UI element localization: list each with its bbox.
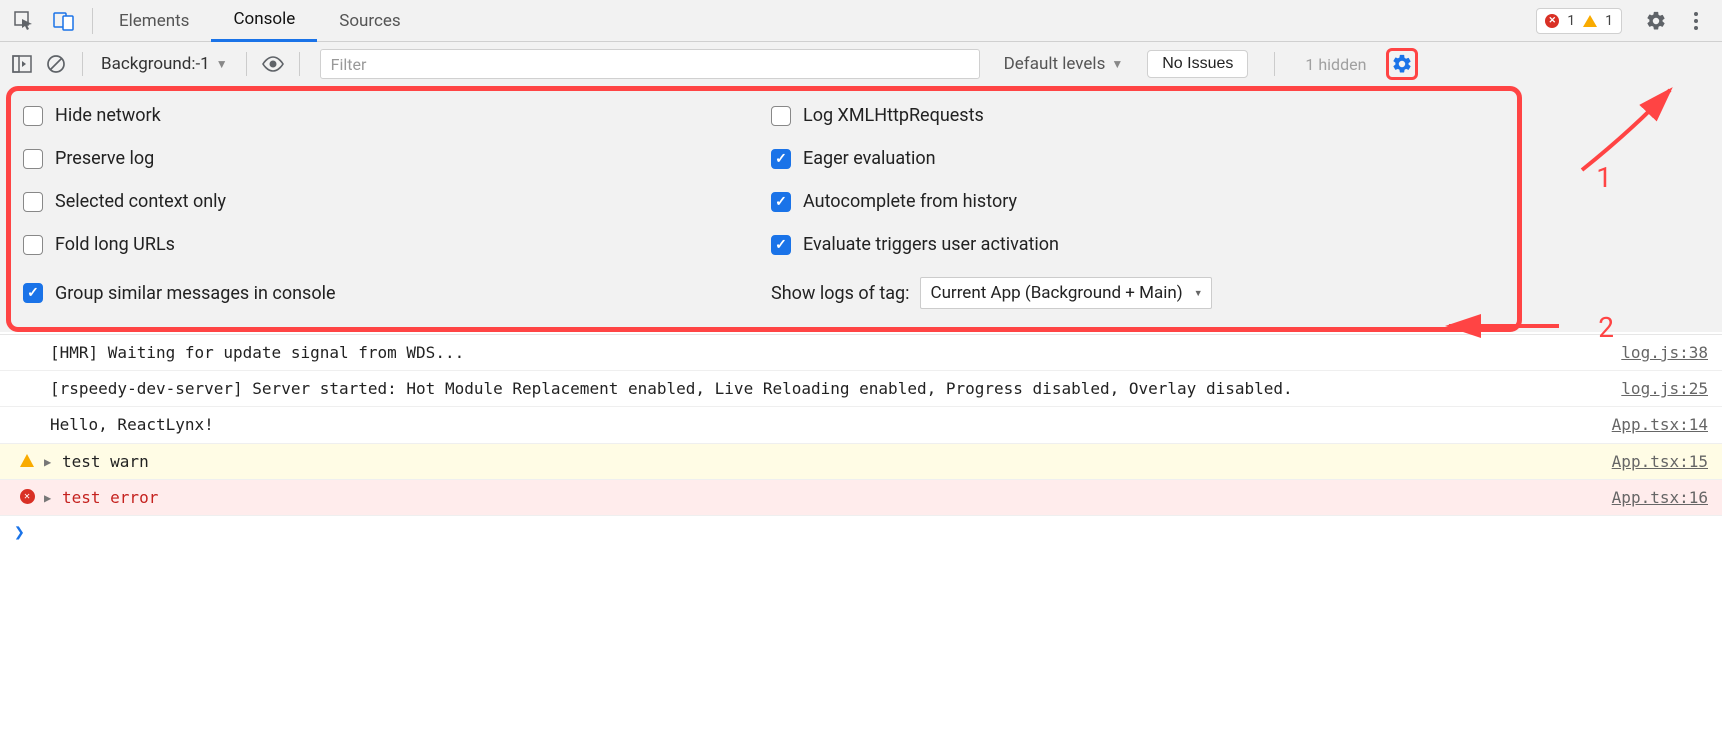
setting-hide-network[interactable]: Hide network — [23, 105, 763, 126]
issues-button[interactable]: No Issues — [1147, 50, 1248, 78]
checkbox-icon — [23, 235, 43, 255]
checkbox-icon — [771, 106, 791, 126]
setting-label: Eager evaluation — [803, 148, 936, 169]
setting-selected-context[interactable]: Selected context only — [23, 191, 763, 212]
context-selector[interactable]: Background:-1 ▼ — [97, 54, 232, 74]
clear-console-icon[interactable] — [44, 52, 68, 76]
checkbox-icon — [23, 149, 43, 169]
checkbox-icon — [23, 106, 43, 126]
log-row-error[interactable]: ✕ ▶ test error App.tsx:16 — [0, 480, 1722, 516]
log-source-link[interactable]: App.tsx:16 — [1612, 484, 1708, 511]
setting-group-similar[interactable]: Group similar messages in console — [23, 277, 763, 309]
tag-label: Show logs of tag: — [771, 283, 910, 304]
console-prompt[interactable]: ❯ — [0, 516, 1722, 549]
inspect-icon[interactable] — [12, 9, 36, 33]
setting-label: Hide network — [55, 105, 161, 126]
devtools-settings-icon[interactable] — [1644, 9, 1668, 33]
divider — [82, 52, 83, 76]
log-source-link[interactable]: log.js:38 — [1621, 339, 1708, 366]
checkbox-icon — [23, 283, 43, 303]
divider — [299, 52, 300, 76]
log-source-link[interactable]: App.tsx:15 — [1612, 448, 1708, 475]
log-levels-selector[interactable]: Default levels ▼ — [1004, 54, 1124, 74]
checkbox-icon — [771, 235, 791, 255]
setting-label: Preserve log — [55, 148, 154, 169]
error-count: 1 — [1567, 13, 1575, 29]
tab-elements[interactable]: Elements — [97, 0, 211, 42]
console-settings-panel: Hide network Log XMLHttpRequests Preserv… — [6, 86, 1522, 332]
annotation-label-1: 1 — [1596, 161, 1612, 194]
checkbox-icon — [771, 149, 791, 169]
error-icon: ✕ — [1545, 14, 1559, 28]
console-toolbar: Background:-1 ▼ Filter Default levels ▼ … — [0, 42, 1722, 86]
log-message: test warn — [62, 448, 1592, 475]
divider — [92, 8, 93, 34]
device-toggle-icon[interactable] — [52, 9, 76, 33]
filter-input[interactable]: Filter — [320, 49, 980, 79]
tag-value: Current App (Background + Main) — [931, 283, 1183, 303]
log-message: [HMR] Waiting for update signal from WDS… — [50, 339, 1601, 366]
log-source-link[interactable]: App.tsx:14 — [1612, 411, 1708, 438]
status-badge[interactable]: ✕ 1 1 — [1536, 8, 1622, 34]
console-settings-area: Hide network Log XMLHttpRequests Preserv… — [0, 86, 1722, 332]
log-row-warn[interactable]: ▶ test warn App.tsx:15 — [0, 444, 1722, 480]
log-source-link[interactable]: log.js:25 — [1621, 375, 1708, 402]
setting-label: Autocomplete from history — [803, 191, 1017, 212]
chevron-down-icon: ▼ — [1111, 57, 1123, 71]
console-settings-gear-icon[interactable] — [1386, 48, 1418, 80]
log-row[interactable]: [rspeedy-dev-server] Server started: Hot… — [0, 371, 1722, 407]
setting-log-xhr[interactable]: Log XMLHttpRequests — [771, 105, 1511, 126]
levels-label: Default levels — [1004, 54, 1106, 74]
log-message: test error — [62, 484, 1592, 511]
checkbox-icon — [23, 192, 43, 212]
warning-count: 1 — [1605, 13, 1613, 29]
tag-select[interactable]: Current App (Background + Main) — [920, 277, 1212, 309]
more-menu-icon[interactable] — [1684, 9, 1708, 33]
setting-autocomplete-history[interactable]: Autocomplete from history — [771, 191, 1511, 212]
warning-icon — [1583, 15, 1597, 27]
filter-placeholder: Filter — [331, 55, 367, 74]
live-expression-icon[interactable] — [261, 52, 285, 76]
log-message: [rspeedy-dev-server] Server started: Hot… — [50, 375, 1601, 402]
divider — [1274, 52, 1275, 76]
setting-label: Log XMLHttpRequests — [803, 105, 984, 126]
expand-icon[interactable]: ▶ — [44, 488, 51, 508]
setting-label: Fold long URLs — [55, 234, 175, 255]
log-message: Hello, ReactLynx! — [50, 411, 1592, 438]
console-log-list: [HMR] Waiting for update signal from WDS… — [0, 334, 1722, 516]
expand-icon[interactable]: ▶ — [44, 452, 51, 472]
devtools-tabbar: Elements Console Sources ✕ 1 1 — [0, 0, 1722, 42]
checkbox-icon — [771, 192, 791, 212]
setting-preserve-log[interactable]: Preserve log — [23, 148, 763, 169]
setting-fold-urls[interactable]: Fold long URLs — [23, 234, 763, 255]
error-icon: ✕ — [18, 488, 36, 506]
hidden-count[interactable]: 1 hidden — [1305, 55, 1366, 74]
warning-icon — [18, 452, 36, 470]
setting-label: Group similar messages in console — [55, 283, 336, 304]
log-row[interactable]: Hello, ReactLynx! App.tsx:14 — [0, 407, 1722, 443]
prompt-icon: ❯ — [14, 522, 25, 543]
chevron-down-icon: ▼ — [216, 57, 228, 71]
tab-sources[interactable]: Sources — [317, 0, 422, 42]
setting-label: Evaluate triggers user activation — [803, 234, 1059, 255]
setting-eval-user-activation[interactable]: Evaluate triggers user activation — [771, 234, 1511, 255]
context-label: Background:-1 — [101, 54, 210, 74]
setting-eager-eval[interactable]: Eager evaluation — [771, 148, 1511, 169]
tab-console[interactable]: Console — [211, 0, 317, 42]
divider — [246, 52, 247, 76]
annotation-arrow-1 — [1552, 80, 1682, 180]
toggle-sidebar-icon[interactable] — [10, 52, 34, 76]
setting-show-logs-tag: Show logs of tag: Current App (Backgroun… — [771, 277, 1511, 309]
log-row[interactable]: [HMR] Waiting for update signal from WDS… — [0, 335, 1722, 371]
setting-label: Selected context only — [55, 191, 226, 212]
